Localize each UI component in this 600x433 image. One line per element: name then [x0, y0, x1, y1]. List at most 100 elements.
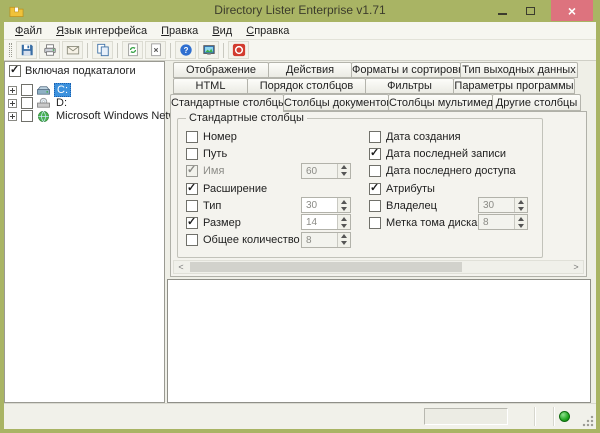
name-checkbox [186, 165, 198, 177]
preview-button[interactable] [198, 41, 219, 59]
spin-down-icon[interactable] [515, 205, 527, 212]
email-button[interactable] [62, 41, 83, 59]
tab-output-type[interactable]: Тип выходных данных [460, 62, 578, 78]
minimize-button[interactable] [490, 0, 514, 21]
resize-grip[interactable] [582, 415, 594, 427]
expand-icon[interactable] [8, 86, 17, 95]
scroll-left-icon[interactable]: < [174, 261, 188, 273]
help-icon: ? [179, 43, 193, 57]
drive-c-label[interactable]: C: [54, 83, 71, 97]
spin-down-icon[interactable] [338, 171, 350, 178]
date-created-checkbox[interactable] [369, 131, 381, 143]
include-subfolders-option[interactable]: Включая подкаталоги [9, 65, 136, 77]
date-modified-checkbox[interactable] [369, 148, 381, 160]
option-type: Тип 30 [186, 197, 356, 214]
hard-drive-icon [36, 84, 51, 97]
include-subfolders-checkbox[interactable] [9, 65, 21, 77]
spin-up-icon[interactable] [338, 233, 350, 240]
options-column-right: Дата создания Дата последней записи Дата… [369, 128, 534, 232]
type-width-spinner[interactable]: 30 [301, 197, 351, 213]
expand-icon[interactable] [8, 99, 17, 108]
include-subfolders-label: Включая подкаталоги [25, 65, 136, 77]
tab-column-order[interactable]: Порядок столбцов [247, 78, 366, 94]
tree-item-network[interactable]: Microsoft Windows Network [8, 109, 194, 123]
size-width-spinner[interactable]: 14 [301, 214, 351, 230]
option-date-accessed: Дата последнего доступа [369, 163, 534, 180]
tab-formats-sorting[interactable]: Форматы и сортировка [351, 62, 461, 78]
size-checkbox[interactable] [186, 217, 198, 229]
close-button[interactable]: × [551, 0, 593, 21]
menu-file[interactable]: Файл [8, 24, 49, 38]
option-date-modified: Дата последней записи [369, 145, 534, 162]
number-checkbox[interactable] [186, 131, 198, 143]
export-page-icon [149, 43, 163, 57]
tab-html[interactable]: HTML [173, 78, 248, 94]
horizontal-scrollbar[interactable]: < > [173, 260, 584, 274]
tab-program-options[interactable]: Параметры программы [453, 78, 575, 94]
scrollbar-thumb[interactable] [190, 262, 462, 272]
option-volume-label: Метка тома диска 8 [369, 214, 534, 231]
network-checkbox[interactable] [21, 110, 33, 122]
volume-label-spinner: 8 [478, 214, 528, 230]
progress-panel [424, 408, 508, 425]
tree-item-drive-c[interactable]: C: [8, 83, 71, 97]
menu-view[interactable]: Вид [205, 24, 239, 38]
path-checkbox[interactable] [186, 148, 198, 160]
scroll-right-icon[interactable]: > [569, 261, 583, 273]
owner-checkbox[interactable] [369, 200, 381, 212]
tab-display[interactable]: Отображение [173, 62, 269, 78]
spin-up-icon[interactable] [338, 198, 350, 205]
total-files-checkbox[interactable] [186, 234, 198, 246]
spin-up-icon[interactable] [338, 164, 350, 171]
tab-actions[interactable]: Действия [268, 62, 352, 78]
spin-down-icon[interactable] [338, 222, 350, 229]
cd-drive-icon [36, 97, 51, 110]
tree-item-drive-d[interactable]: D: [8, 96, 69, 110]
attributes-checkbox[interactable] [369, 183, 381, 195]
date-accessed-checkbox[interactable] [369, 165, 381, 177]
option-attributes: Атрибуты [369, 180, 534, 197]
extension-checkbox[interactable] [186, 183, 198, 195]
spin-down-icon[interactable] [338, 205, 350, 212]
type-checkbox[interactable] [186, 200, 198, 212]
copy-button[interactable] [92, 41, 113, 59]
tab-document-columns[interactable]: Столбцы документов [283, 94, 389, 111]
tab-row-1: Отображение Действия Форматы и сортировк… [173, 62, 577, 78]
spin-down-icon[interactable] [338, 240, 350, 247]
save-button[interactable] [16, 41, 37, 59]
help-button[interactable]: ? [175, 41, 196, 59]
scrollbar-track[interactable] [188, 261, 569, 273]
drive-d-checkbox[interactable] [21, 97, 33, 109]
options-column-left: Номер Путь Имя 60 [186, 128, 356, 249]
exit-icon [232, 43, 246, 57]
spin-up-icon[interactable] [515, 215, 527, 222]
refresh-button[interactable] [122, 41, 143, 59]
email-icon [66, 43, 80, 57]
tab-filters[interactable]: Фильтры [365, 78, 454, 94]
print-icon [43, 43, 57, 57]
svg-text:?: ? [183, 46, 188, 55]
spin-down-icon[interactable] [515, 222, 527, 229]
drive-d-label[interactable]: D: [54, 97, 69, 109]
maximize-button[interactable] [518, 0, 542, 21]
volume-label-checkbox[interactable] [369, 217, 381, 229]
menu-edit[interactable]: Правка [154, 24, 205, 38]
status-bar [4, 403, 596, 429]
toolbar-grip[interactable] [9, 43, 12, 57]
spin-up-icon[interactable] [338, 215, 350, 222]
tab-standard-columns[interactable]: Стандартные столбцы [170, 94, 284, 112]
export-page-button[interactable] [145, 41, 166, 59]
drive-c-checkbox[interactable] [21, 84, 33, 96]
statusbar-separator [534, 407, 535, 426]
spin-up-icon[interactable] [515, 198, 527, 205]
status-led-icon [559, 411, 570, 422]
standard-columns-page: Стандартные столбцы Номер Путь Имя [170, 111, 587, 277]
tab-other-columns[interactable]: Другие столбцы [492, 94, 581, 111]
exit-button[interactable] [228, 41, 249, 59]
menu-interface-language[interactable]: Язык интерфейса [49, 24, 154, 38]
tab-multimedia-columns[interactable]: Столбцы мультимедиа [388, 94, 493, 111]
expand-icon[interactable] [8, 112, 17, 121]
print-button[interactable] [39, 41, 60, 59]
option-size: Размер 14 [186, 214, 356, 231]
menu-help[interactable]: Справка [239, 24, 296, 38]
